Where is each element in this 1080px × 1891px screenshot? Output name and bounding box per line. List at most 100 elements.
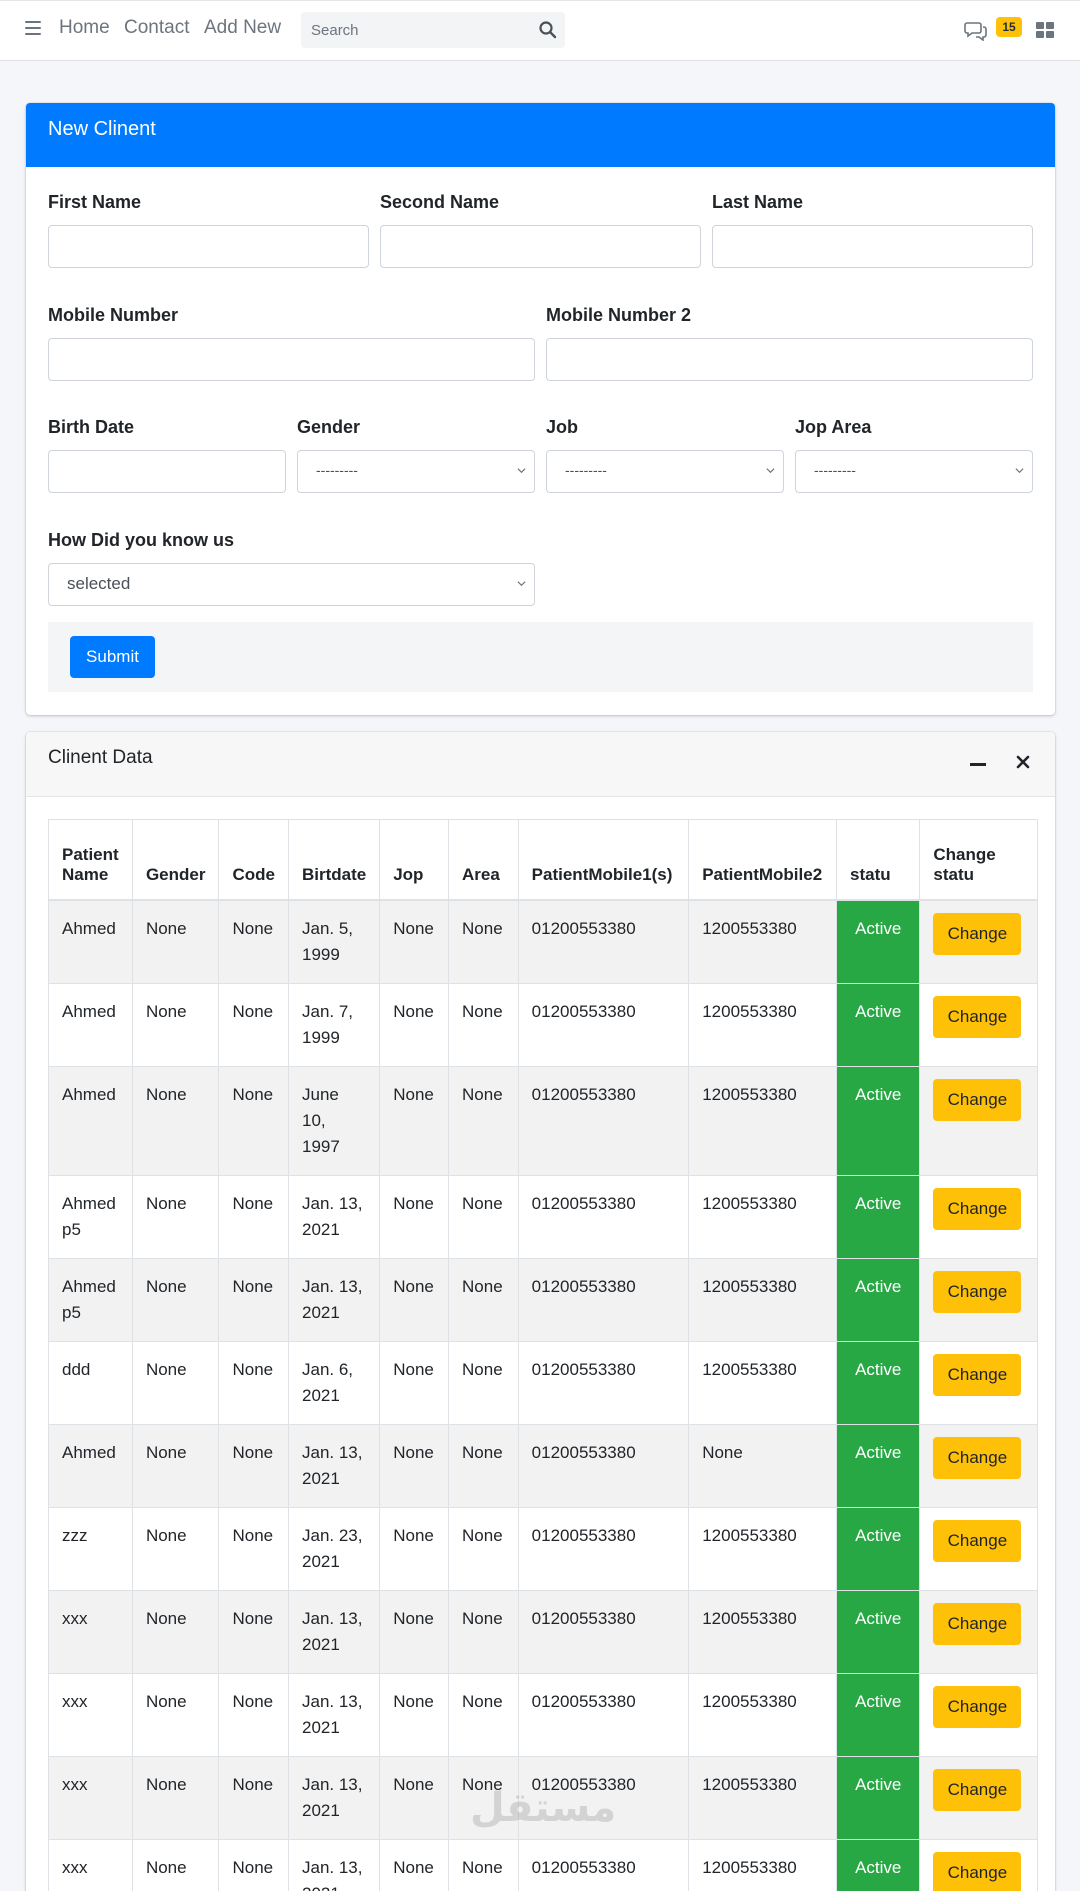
table-cell: 01200553380 <box>517 1838 690 1891</box>
column-header[interactable]: Gender <box>131 819 220 901</box>
table-cell: None <box>448 1672 519 1757</box>
table-cell: 1200553380 <box>688 1755 838 1840</box>
table-cell: None <box>448 1755 519 1840</box>
column-header[interactable]: PatientMobile1(s) <box>517 819 690 901</box>
column-header[interactable]: Area <box>448 819 519 901</box>
nav-link-add-new[interactable]: Add New <box>204 17 281 39</box>
table-cell: Ahmed <box>48 1423 133 1508</box>
table-cell: None <box>218 1838 289 1891</box>
change-status-button[interactable]: Change <box>933 1602 1022 1645</box>
table-cell: Ahmed <box>48 1065 133 1176</box>
second-name-label: Second Name <box>380 192 500 212</box>
column-header[interactable]: PatientMobile2 <box>688 819 838 901</box>
column-header[interactable]: Change statu <box>919 819 1038 901</box>
nav-link-home[interactable]: Home <box>59 17 110 39</box>
table-cell: None <box>218 1506 289 1591</box>
table-cell: Change <box>919 1506 1038 1591</box>
table-cell: None <box>131 982 220 1067</box>
table-cell: None <box>448 1257 519 1342</box>
search-icon[interactable] <box>538 20 558 40</box>
change-status-button[interactable]: Change <box>933 1685 1022 1728</box>
change-status-button[interactable]: Change <box>933 1078 1022 1121</box>
apps-icon[interactable] <box>1036 22 1054 39</box>
column-header[interactable]: statu <box>836 819 921 901</box>
table-cell: xxx <box>48 1838 133 1891</box>
column-header[interactable]: Birtdate <box>287 819 381 901</box>
submit-button[interactable]: Submit <box>70 636 155 678</box>
client-data-title: Clinent Data <box>48 747 153 768</box>
gender-select[interactable]: --------- <box>297 450 535 493</box>
table-cell: None <box>218 899 289 984</box>
table-cell: None <box>448 1174 519 1259</box>
table-cell: None <box>379 1257 450 1342</box>
change-status-button[interactable]: Change <box>933 912 1022 955</box>
change-status-button[interactable]: Change <box>933 1187 1022 1230</box>
table-row: Ahmed None None June 10, 1997 None None 012005… <box>48 1065 1038 1176</box>
table-cell: None <box>218 1755 289 1840</box>
last-name-field[interactable] <box>712 225 1033 268</box>
table-cell: Jan. 13, 2021 <box>287 1672 381 1757</box>
table-cell: 01200553380 <box>517 1755 690 1840</box>
table-cell: Change <box>919 1065 1038 1176</box>
table-cell: None <box>448 1423 519 1508</box>
table-cell: None <box>131 1589 220 1674</box>
mobile-number-field[interactable] <box>48 338 535 381</box>
table-cell: 01200553380 <box>517 1589 690 1674</box>
table-cell: None <box>218 1589 289 1674</box>
change-status-button[interactable]: Change <box>933 1353 1022 1396</box>
column-header[interactable]: Patient Name <box>48 819 133 901</box>
job-select[interactable]: --------- <box>546 450 784 493</box>
status-badge: Active <box>836 1257 921 1342</box>
new-client-card: New Clinent First Name Second Name Last … <box>26 103 1055 715</box>
chat-icon[interactable] <box>964 19 988 41</box>
status-badge: Active <box>836 1589 921 1674</box>
table-cell: Jan. 13, 2021 <box>287 1174 381 1259</box>
status-badge: Active <box>836 899 921 984</box>
nav-link-contact[interactable]: Contact <box>124 17 189 39</box>
menu-icon[interactable] <box>25 21 43 37</box>
first-name-field[interactable] <box>48 225 369 268</box>
table-cell: Change <box>919 1423 1038 1508</box>
table-cell: None <box>131 1340 220 1425</box>
table-cell: None <box>379 1065 450 1176</box>
status-badge: Active <box>836 1340 921 1425</box>
column-header[interactable]: Code <box>218 819 289 901</box>
minimize-icon[interactable] <box>970 763 986 766</box>
table-cell: None <box>218 982 289 1067</box>
table-row: Ahmed p5 None None Jan. 13, 2021 None None 012… <box>48 1257 1038 1342</box>
table-cell: None <box>218 1340 289 1425</box>
table-cell: Change <box>919 1755 1038 1840</box>
change-status-button[interactable]: Change <box>933 1851 1022 1891</box>
table-cell: Jan. 13, 2021 <box>287 1589 381 1674</box>
table-row: Ahmed p5 None None Jan. 13, 2021 None None 012… <box>48 1174 1038 1259</box>
table-cell: None <box>688 1423 838 1508</box>
job-area-select[interactable]: --------- <box>795 450 1033 493</box>
change-status-button[interactable]: Change <box>933 995 1022 1038</box>
second-name-field[interactable] <box>380 225 701 268</box>
table-cell: 01200553380 <box>517 1506 690 1591</box>
how-know-us-select[interactable]: selected <box>48 563 535 606</box>
change-status-button[interactable]: Change <box>933 1768 1022 1811</box>
column-header[interactable]: Jop <box>379 819 450 901</box>
table-cell: None <box>131 1838 220 1891</box>
mobile-number-2-field[interactable] <box>546 338 1033 381</box>
job-area-label: Jop Area <box>795 417 872 437</box>
table-cell: 01200553380 <box>517 1174 690 1259</box>
close-icon[interactable] <box>1015 754 1031 770</box>
table-cell: Jan. 13, 2021 <box>287 1257 381 1342</box>
table-cell: None <box>379 1838 450 1891</box>
table-cell: None <box>131 1257 220 1342</box>
table-cell: 01200553380 <box>517 1672 690 1757</box>
change-status-button[interactable]: Change <box>933 1436 1022 1479</box>
search-input[interactable] <box>301 12 531 48</box>
table-cell: Change <box>919 1589 1038 1674</box>
change-status-button[interactable]: Change <box>933 1270 1022 1313</box>
table-cell: None <box>131 899 220 984</box>
chevron-down-icon <box>517 581 526 587</box>
table-cell: Ahmed p5 <box>48 1174 133 1259</box>
table-cell: None <box>379 899 450 984</box>
status-badge: Active <box>836 1423 921 1508</box>
birth-date-field[interactable] <box>48 450 286 493</box>
change-status-button[interactable]: Change <box>933 1519 1022 1562</box>
table-cell: 1200553380 <box>688 982 838 1067</box>
